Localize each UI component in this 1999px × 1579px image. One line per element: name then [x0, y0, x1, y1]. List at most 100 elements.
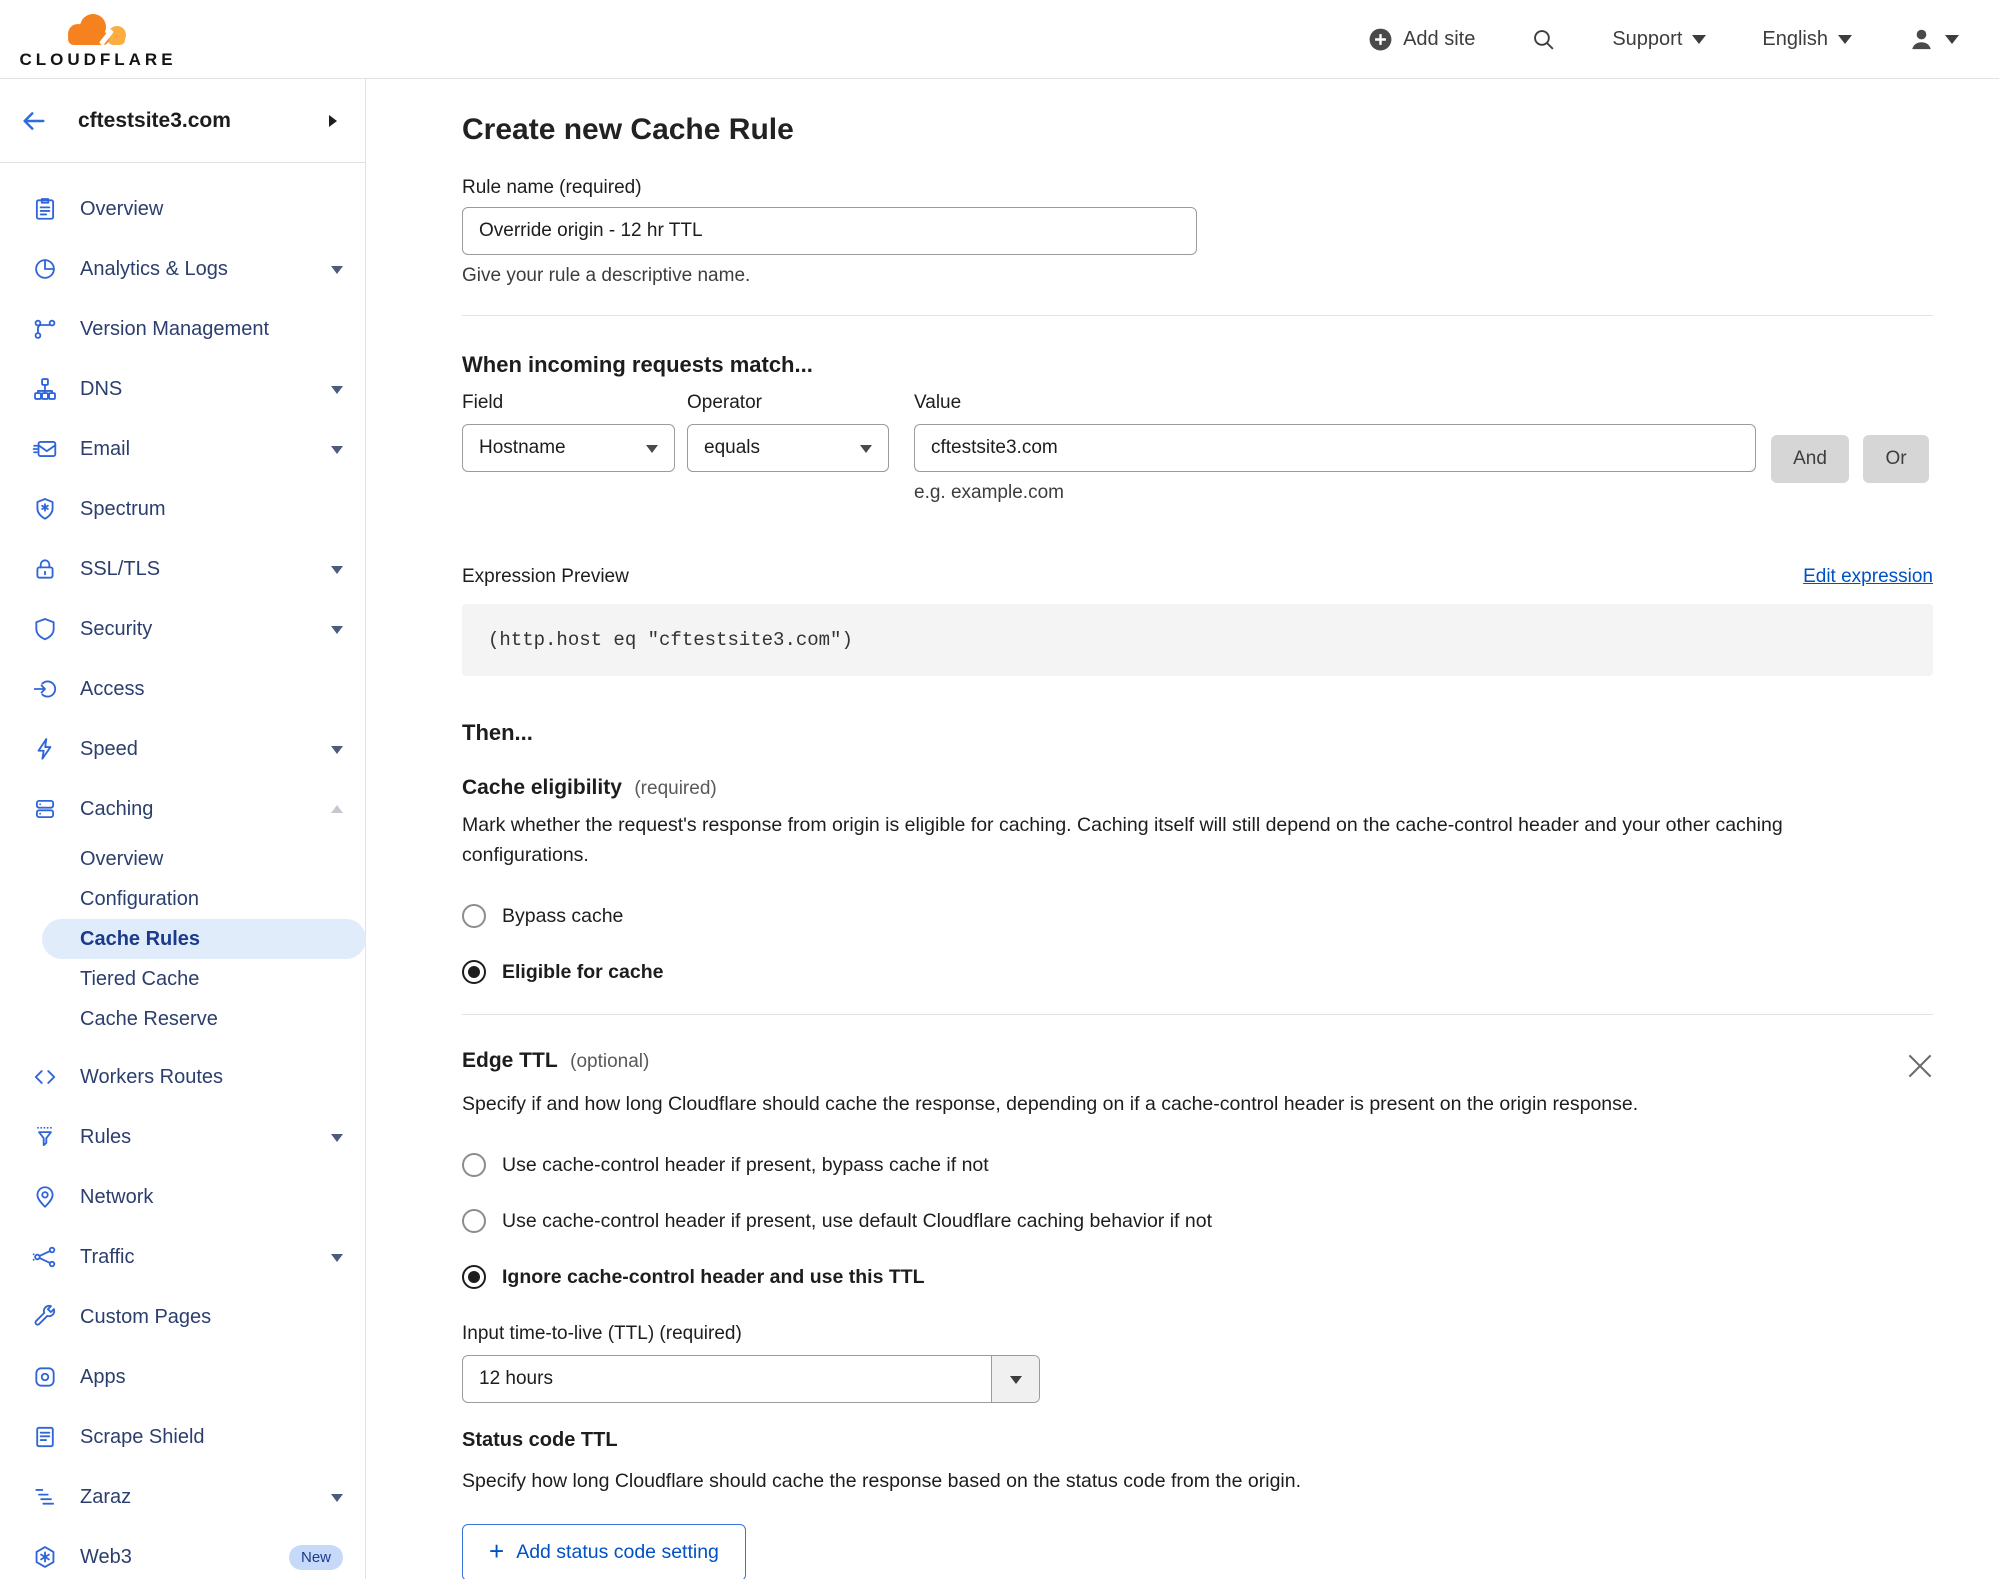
edit-expression-link[interactable]: Edit expression — [1803, 566, 1933, 588]
chevron-down-icon — [1945, 35, 1959, 51]
dns-icon — [32, 376, 58, 402]
radio-bypass-cache[interactable]: Bypass cache — [462, 904, 1933, 928]
sidebar-item-label: Access — [80, 677, 145, 700]
sidebar-item-label: Version Management — [80, 317, 270, 340]
language-label: English — [1762, 27, 1828, 50]
sidebar-item-speed[interactable]: Speed — [0, 719, 365, 779]
chevron-down-icon — [331, 745, 343, 760]
ttl-input-label: Input time-to-live (TTL) (required) — [462, 1323, 742, 1344]
field-select[interactable]: Hostname — [462, 424, 675, 472]
rule-name-input[interactable] — [462, 207, 1197, 255]
edge-ttl-section: Edge TTL (optional) Specify if and how l… — [462, 1049, 1933, 1579]
sidebar-item-analytics-logs[interactable]: Analytics & Logs — [0, 239, 365, 299]
and-button[interactable]: And — [1771, 435, 1849, 483]
chevron-down-icon — [331, 565, 343, 580]
sidebar-item-version-management[interactable]: Version Management — [0, 299, 365, 359]
back-arrow-icon[interactable] — [20, 107, 48, 135]
chevron-down-icon — [1692, 35, 1707, 51]
sidebar-subitem-label: Configuration — [80, 887, 199, 910]
sidebar-item-ssl-tls[interactable]: SSL/TLS — [0, 539, 365, 599]
chevron-right-icon[interactable] — [329, 114, 343, 127]
value-label: Value — [914, 392, 962, 413]
sidebar-item-network[interactable]: Network — [0, 1167, 365, 1227]
cloudflare-logo[interactable]: CLOUDFLARE — [18, 8, 178, 70]
radio-eligible-for-cache[interactable]: Eligible for cache — [462, 960, 1933, 984]
radio-circle-icon — [462, 1209, 486, 1233]
sidebar-item-scrape-shield[interactable]: Scrape Shield — [0, 1407, 365, 1467]
sidebar-item-spectrum[interactable]: Spectrum — [0, 479, 365, 539]
ttl-select[interactable]: 12 hours — [462, 1355, 1040, 1403]
main-content: Create new Cache Rule Rule name (require… — [366, 79, 1999, 1579]
expression-header: Expression Preview Edit expression — [462, 566, 1933, 588]
site-name[interactable]: cftestsite3.com — [78, 109, 329, 133]
sidebar-item-zaraz[interactable]: Zaraz — [0, 1467, 365, 1527]
chevron-down-icon — [331, 385, 343, 400]
operator-select[interactable]: equals — [687, 424, 889, 472]
new-badge: New — [288, 1544, 343, 1570]
sidebar-item-label: Custom Pages — [80, 1305, 212, 1328]
add-status-code-button[interactable]: + Add status code setting — [462, 1524, 746, 1579]
sidebar-item-label: Spectrum — [80, 497, 166, 520]
sidebar-item-caching[interactable]: Caching — [0, 779, 365, 839]
sidebar-item-traffic[interactable]: Traffic — [0, 1227, 365, 1287]
spectrum-icon — [32, 496, 58, 522]
apps-icon — [32, 1364, 58, 1390]
sidebar-item-label: Zaraz — [80, 1485, 132, 1508]
account-menu[interactable] — [1908, 26, 1959, 53]
sidebar-subitem-cache-rules[interactable]: Cache Rules — [42, 919, 366, 959]
sidebar-item-email[interactable]: Email — [0, 419, 365, 479]
radio-label: Use cache-control header if present, use… — [502, 1209, 1212, 1232]
radio-use-header-bypass[interactable]: Use cache-control header if present, byp… — [462, 1153, 1933, 1177]
sidebar-subitem-cache-reserve[interactable]: Cache Reserve — [0, 999, 365, 1039]
analytics-icon — [32, 256, 58, 282]
sidebar-nav: Overview Analytics & Logs Version Manageme… — [0, 163, 366, 1579]
or-button[interactable]: Or — [1863, 435, 1929, 483]
sidebar-subitem-configuration[interactable]: Configuration — [0, 879, 365, 919]
field-select-value: Hostname — [479, 437, 566, 458]
support-label: Support — [1612, 27, 1683, 50]
search-button[interactable] — [1531, 27, 1556, 52]
sidebar-subitem-label: Overview — [80, 847, 164, 870]
add-site-button[interactable]: Add site — [1368, 27, 1475, 52]
value-input[interactable] — [914, 424, 1756, 472]
chevron-down-icon — [1009, 1375, 1022, 1390]
zaraz-icon — [32, 1484, 58, 1510]
radio-label: Bypass cache — [502, 904, 624, 927]
ssl-tls-icon — [32, 556, 58, 582]
sidebar-item-workers-routes[interactable]: Workers Routes — [0, 1047, 365, 1107]
sidebar-subitem-label: Cache Rules — [80, 927, 201, 950]
ttl-select-arrow[interactable] — [991, 1356, 1039, 1402]
match-row: Field Hostname Operator equals Value e.g… — [462, 392, 1933, 504]
close-icon[interactable] — [1907, 1053, 1933, 1079]
cache-eligibility-section: Cache eligibility (required) Mark whethe… — [462, 776, 1933, 984]
language-menu[interactable]: English — [1762, 27, 1852, 51]
page-title: Create new Cache Rule — [462, 113, 794, 146]
site-header: cftestsite3.com — [0, 79, 365, 163]
sidebar-item-apps[interactable]: Apps — [0, 1347, 365, 1407]
sidebar-item-access[interactable]: Access — [0, 659, 365, 719]
speed-icon — [32, 736, 58, 762]
custom-pages-icon — [32, 1304, 58, 1330]
chevron-up-icon — [331, 799, 343, 813]
sidebar-item-rules[interactable]: Rules — [0, 1107, 365, 1167]
sidebar-item-custom-pages[interactable]: Custom Pages — [0, 1287, 365, 1347]
sidebar-item-label: Analytics & Logs — [80, 257, 228, 280]
sidebar-item-web3[interactable]: Web3 New — [0, 1527, 365, 1579]
rule-name-help: Give your rule a descriptive name. — [462, 265, 751, 286]
cache-eligibility-heading: Cache eligibility — [462, 776, 622, 799]
sidebar-item-dns[interactable]: DNS — [0, 359, 365, 419]
sidebar-item-overview[interactable]: Overview — [0, 179, 365, 239]
radio-circle-icon — [462, 1153, 486, 1177]
cloudflare-cloud-icon — [68, 14, 126, 46]
status-code-ttl-heading: Status code TTL — [462, 1429, 618, 1451]
sidebar-item-security[interactable]: Security — [0, 599, 365, 659]
sidebar-subitem-overview[interactable]: Overview — [0, 839, 365, 879]
sidebar-item-label: Workers Routes — [80, 1065, 224, 1088]
sidebar-subitem-tiered-cache[interactable]: Tiered Cache — [0, 959, 365, 999]
radio-use-header-default[interactable]: Use cache-control header if present, use… — [462, 1209, 1933, 1233]
sidebar-item-label: SSL/TLS — [80, 557, 161, 580]
radio-ignore-header-ttl[interactable]: Ignore cache-control header and use this… — [462, 1265, 1933, 1289]
support-menu[interactable]: Support — [1612, 27, 1707, 51]
sidebar-subitem-label: Tiered Cache — [80, 967, 200, 990]
sidebar-item-label: Caching — [80, 797, 154, 820]
